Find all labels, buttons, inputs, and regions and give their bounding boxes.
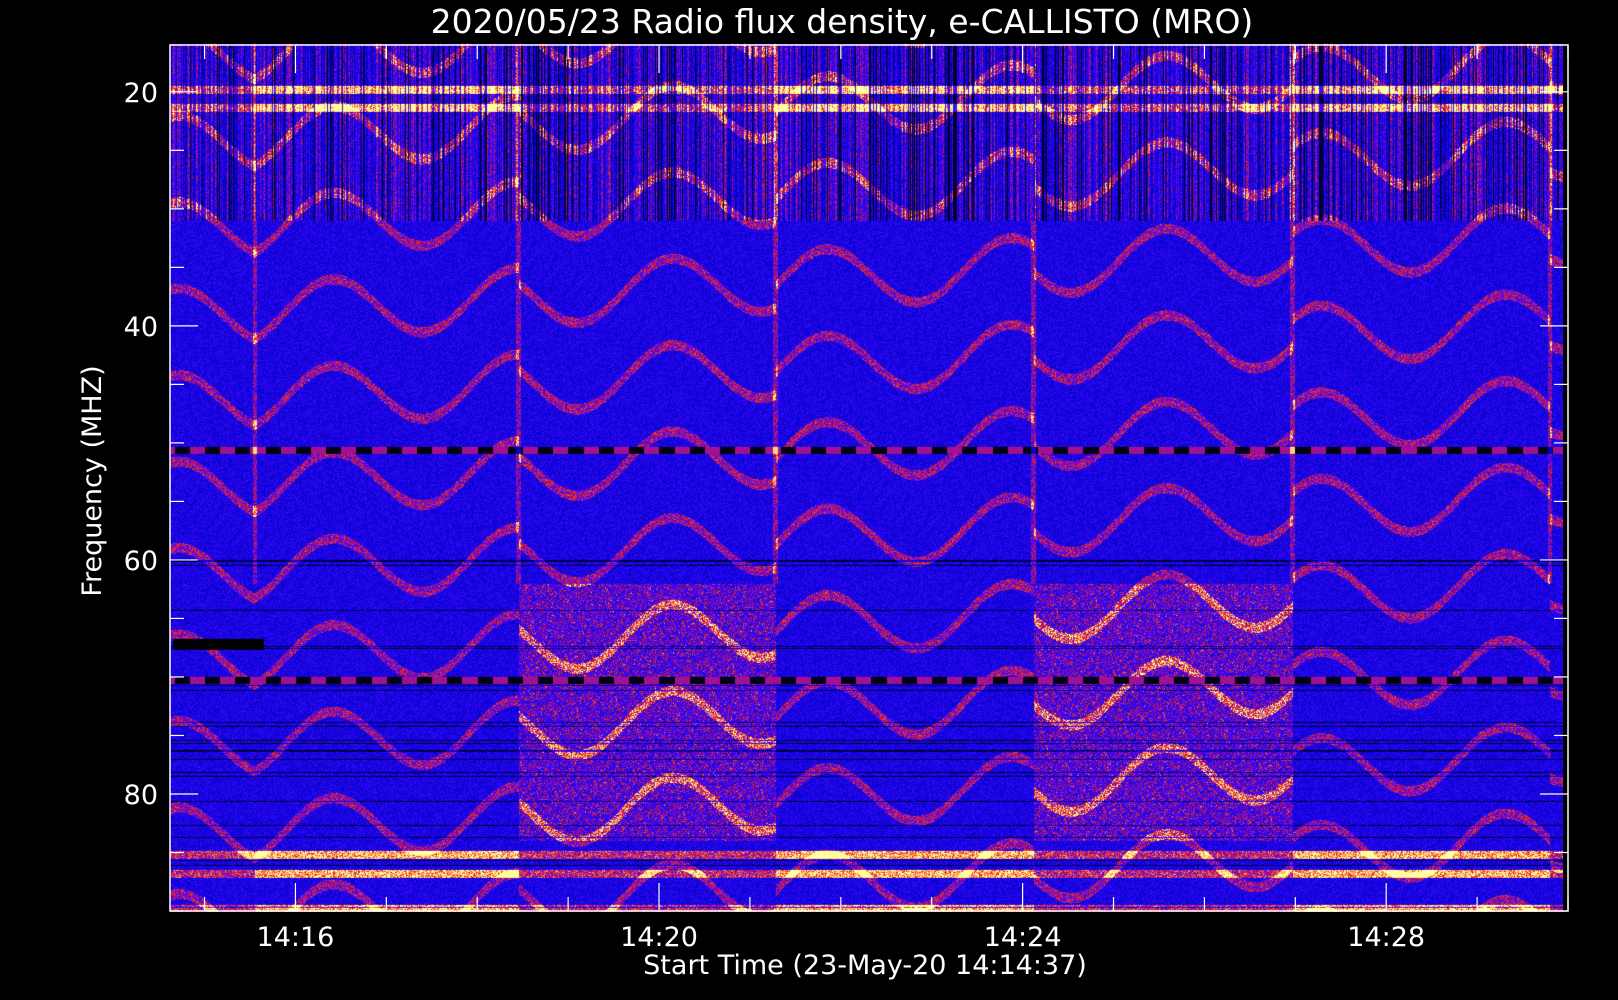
- y-tick-label: 40: [124, 312, 158, 343]
- x-tick-label: 14:16: [257, 922, 335, 953]
- heatmap-area: [170, 43, 1563, 912]
- x-tick-label: 14:20: [620, 922, 698, 953]
- x-tick-label: 14:24: [984, 922, 1062, 953]
- heatmap-image: [170, 43, 1563, 912]
- y-axis-label: Frequency (MHZ): [77, 365, 108, 596]
- chart-title: 2020/05/23 Radio flux density, e-CALLIST…: [431, 2, 1254, 41]
- y-tick-label: 80: [124, 780, 158, 811]
- y-tick-label: 20: [124, 78, 158, 109]
- y-tick-label: 60: [124, 546, 158, 577]
- x-axis-label: Start Time (23-May-20 14:14:37): [643, 950, 1087, 981]
- spectrogram-chart: 2020/05/23 Radio flux density, e-CALLIST…: [0, 0, 1618, 1000]
- x-tick-label: 14:28: [1347, 922, 1425, 953]
